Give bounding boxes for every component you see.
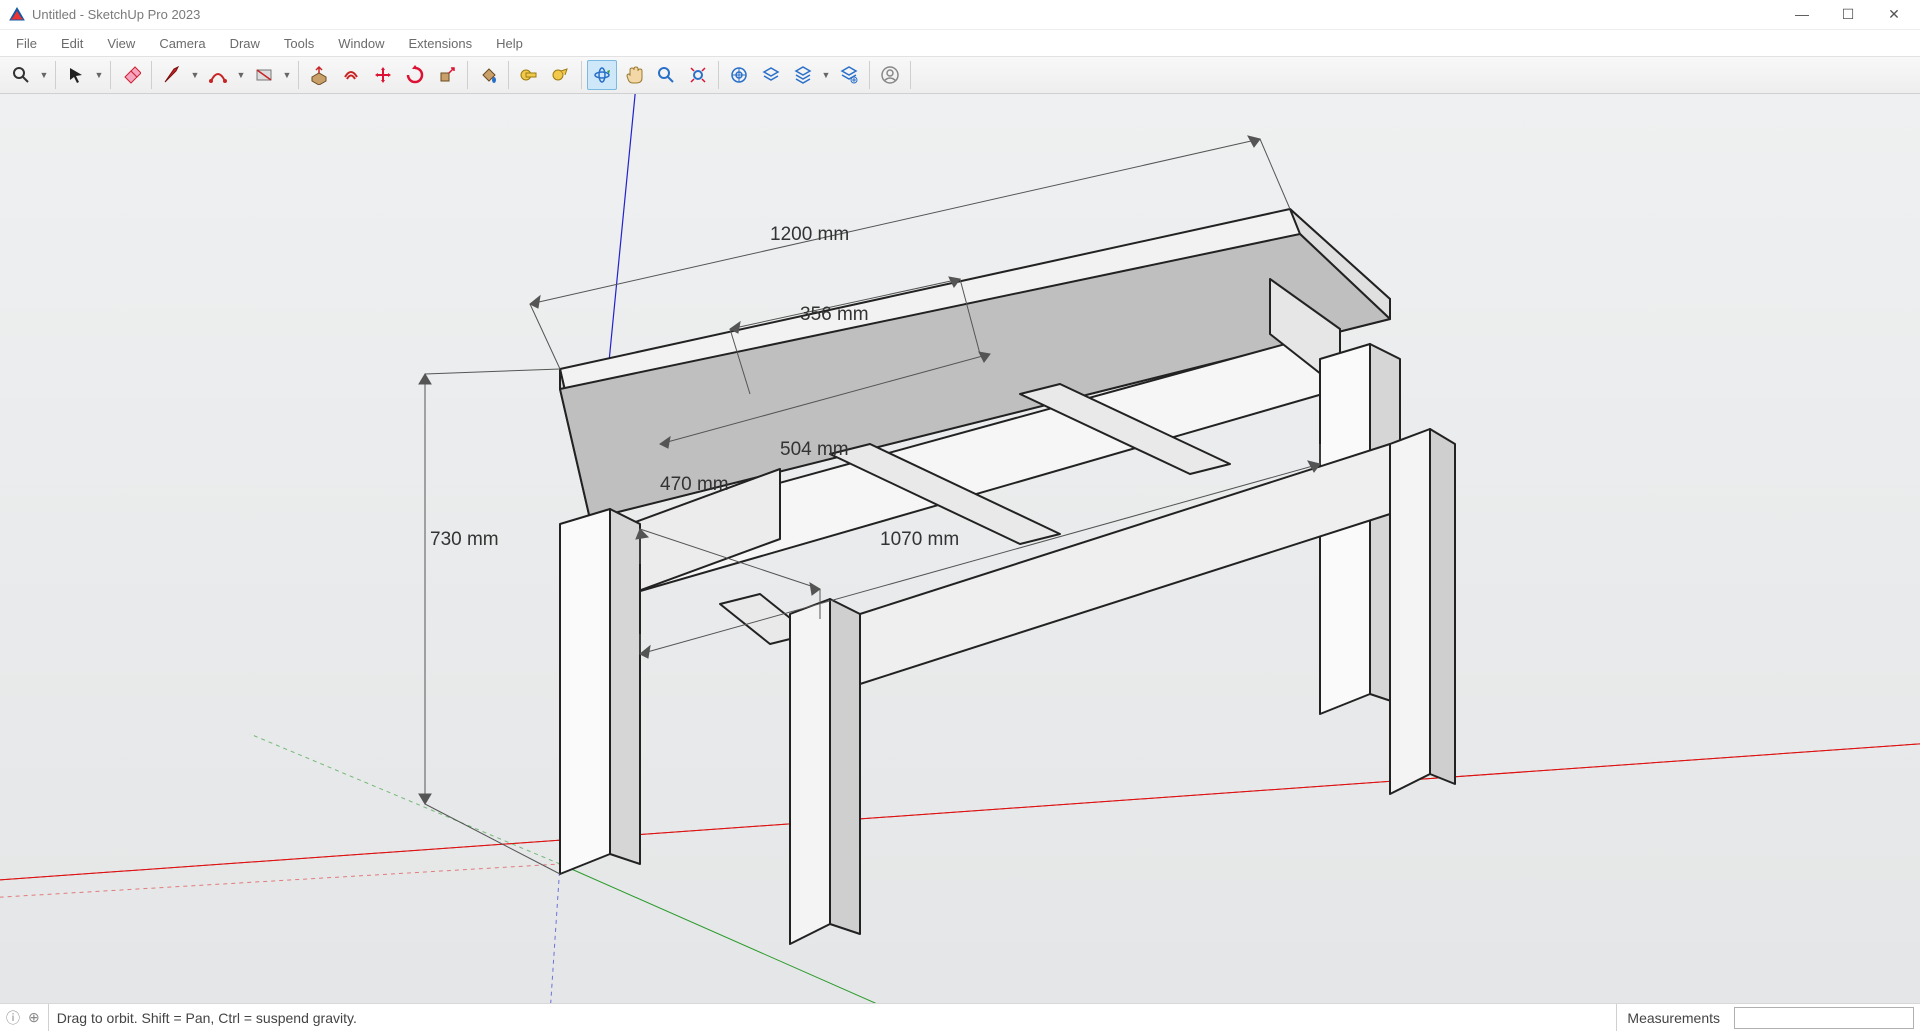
search-tool-dropdown[interactable]: ▼ (38, 60, 50, 90)
shape-tool-dropdown[interactable]: ▼ (281, 60, 293, 90)
zoom-extents-tool-icon[interactable] (683, 60, 713, 90)
toolbar-separator (869, 61, 870, 89)
measurements-label: Measurements (1616, 1004, 1730, 1031)
app-icon (8, 6, 26, 24)
toolbar-separator (55, 61, 56, 89)
toolbar: ▼ ▼ ▼ ▼ ▼ ▼ (0, 56, 1920, 94)
menu-extensions[interactable]: Extensions (399, 33, 483, 54)
arc-tool-dropdown[interactable]: ▼ (235, 60, 247, 90)
menu-view[interactable]: View (97, 33, 145, 54)
toolbar-separator (467, 61, 468, 89)
dim-label-504: 504 mm (780, 439, 849, 461)
pan-tool-icon[interactable] (619, 60, 649, 90)
select-tool-dropdown[interactable]: ▼ (93, 60, 105, 90)
arc-tool-icon[interactable] (203, 60, 233, 90)
orbit-tool-icon[interactable] (587, 60, 617, 90)
paintbucket-tool-icon[interactable] (473, 60, 503, 90)
help-icon[interactable]: ⓘ (6, 1008, 20, 1028)
geo-icon[interactable]: ⊕ (28, 1009, 40, 1026)
scale-tool-icon[interactable] (432, 60, 462, 90)
shape-tool-icon[interactable] (249, 60, 279, 90)
offset-tool-icon[interactable] (336, 60, 366, 90)
menubar: File Edit View Camera Draw Tools Window … (0, 30, 1920, 56)
menu-draw[interactable]: Draw (220, 33, 270, 54)
toolbar-separator (151, 61, 152, 89)
minimize-button[interactable]: — (1792, 6, 1812, 23)
line-tool-dropdown[interactable]: ▼ (189, 60, 201, 90)
eraser-tool-icon[interactable] (116, 60, 146, 90)
search-tool-icon[interactable] (6, 60, 36, 90)
zoom-tool-icon[interactable] (651, 60, 681, 90)
select-tool-icon[interactable] (61, 60, 91, 90)
toolbar-separator (298, 61, 299, 89)
menu-file[interactable]: File (6, 33, 47, 54)
status-hint: Drag to orbit. Shift = Pan, Ctrl = suspe… (48, 1004, 365, 1031)
toolbar-separator (508, 61, 509, 89)
tape-tool-icon[interactable] (514, 60, 544, 90)
dim-label-1070: 1070 mm (880, 529, 959, 551)
titlebar: Untitled - SketchUp Pro 2023 — ☐ ✕ (0, 0, 1920, 30)
window-title: Untitled - SketchUp Pro 2023 (32, 7, 200, 22)
dim-label-730: 730 mm (430, 529, 499, 551)
menu-tools[interactable]: Tools (274, 33, 324, 54)
viewport[interactable]: 1200 mm 356 mm 504 mm 470 mm 1070 mm 730… (0, 94, 1920, 1003)
toolbar-separator (581, 61, 582, 89)
maximize-button[interactable]: ☐ (1838, 6, 1858, 23)
toolbar-separator (110, 61, 111, 89)
pushpull-tool-icon[interactable] (304, 60, 334, 90)
warehouse-tool-icon[interactable] (724, 60, 754, 90)
menu-help[interactable]: Help (486, 33, 533, 54)
layers3-tool-icon[interactable] (834, 60, 864, 90)
dim-label-356: 356 mm (800, 304, 869, 326)
text-tool-icon[interactable] (546, 60, 576, 90)
layers-tool-icon[interactable] (756, 60, 786, 90)
dim-label-470: 470 mm (660, 474, 729, 496)
window-controls: — ☐ ✕ (1792, 6, 1912, 23)
toolbar-separator (718, 61, 719, 89)
dim-label-1200: 1200 mm (770, 224, 849, 246)
layers2-tool-icon[interactable] (788, 60, 818, 90)
move-tool-icon[interactable] (368, 60, 398, 90)
user-tool-icon[interactable] (875, 60, 905, 90)
line-tool-icon[interactable] (157, 60, 187, 90)
menu-edit[interactable]: Edit (51, 33, 93, 54)
toolbar-separator (910, 61, 911, 89)
menu-window[interactable]: Window (328, 33, 394, 54)
layers2-tool-dropdown[interactable]: ▼ (820, 60, 832, 90)
measurements-input[interactable] (1734, 1007, 1914, 1029)
menu-camera[interactable]: Camera (149, 33, 215, 54)
rotate-tool-icon[interactable] (400, 60, 430, 90)
statusbar: ⓘ ⊕ Drag to orbit. Shift = Pan, Ctrl = s… (0, 1003, 1920, 1031)
close-button[interactable]: ✕ (1884, 6, 1904, 23)
canvas-svg (0, 94, 1920, 1003)
